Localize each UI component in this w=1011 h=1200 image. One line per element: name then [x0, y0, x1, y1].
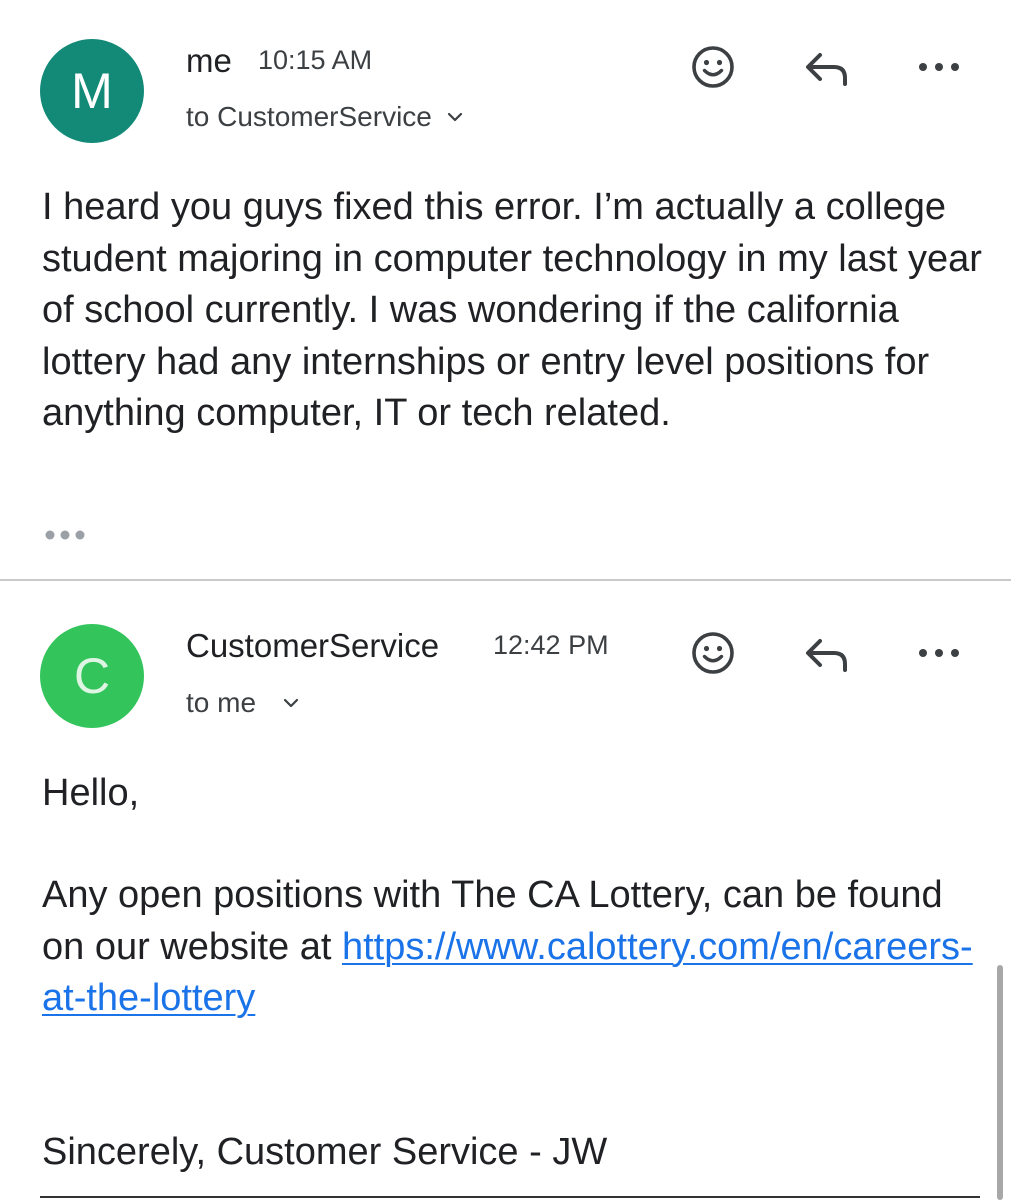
sender-name: me [186, 42, 232, 79]
show-trimmed-content-icon[interactable] [44, 527, 92, 543]
reply-icon[interactable] [802, 46, 850, 94]
message-time: 12:42 PM [493, 630, 609, 660]
message-divider [0, 579, 1011, 581]
avatar-letter: C [73, 648, 111, 704]
avatar-me[interactable]: M [40, 39, 144, 143]
message-body: I heard you guys fixed this error. I’m a… [42, 186, 982, 434]
signature-text: Sincerely, Customer Service - JW [42, 1131, 608, 1173]
recipient-details-toggle[interactable]: to me [186, 687, 300, 719]
signature-divider [40, 1196, 980, 1198]
scrollbar-thumb[interactable] [997, 965, 1003, 1200]
message-time: 10:15 AM [258, 45, 373, 75]
chevron-down-icon [447, 112, 462, 122]
avatar-customerservice[interactable]: C [40, 624, 144, 728]
recipient-details-toggle[interactable]: to CustomerService [186, 101, 464, 133]
more-icon[interactable] [915, 629, 963, 677]
recipient-label: to CustomerService [186, 101, 432, 132]
message-paragraph: Any open positions with The CA Lottery, … [42, 870, 982, 1025]
greeting-text: Hello, [42, 772, 140, 814]
sender-name: CustomerService [186, 627, 440, 664]
chevron-down-icon [283, 698, 299, 708]
recipient-label: to me [186, 687, 257, 718]
avatar-letter: M [71, 63, 113, 119]
emoji-icon[interactable] [689, 43, 737, 91]
reply-icon[interactable] [802, 632, 850, 680]
more-icon[interactable] [915, 43, 963, 91]
emoji-icon[interactable] [689, 629, 737, 677]
